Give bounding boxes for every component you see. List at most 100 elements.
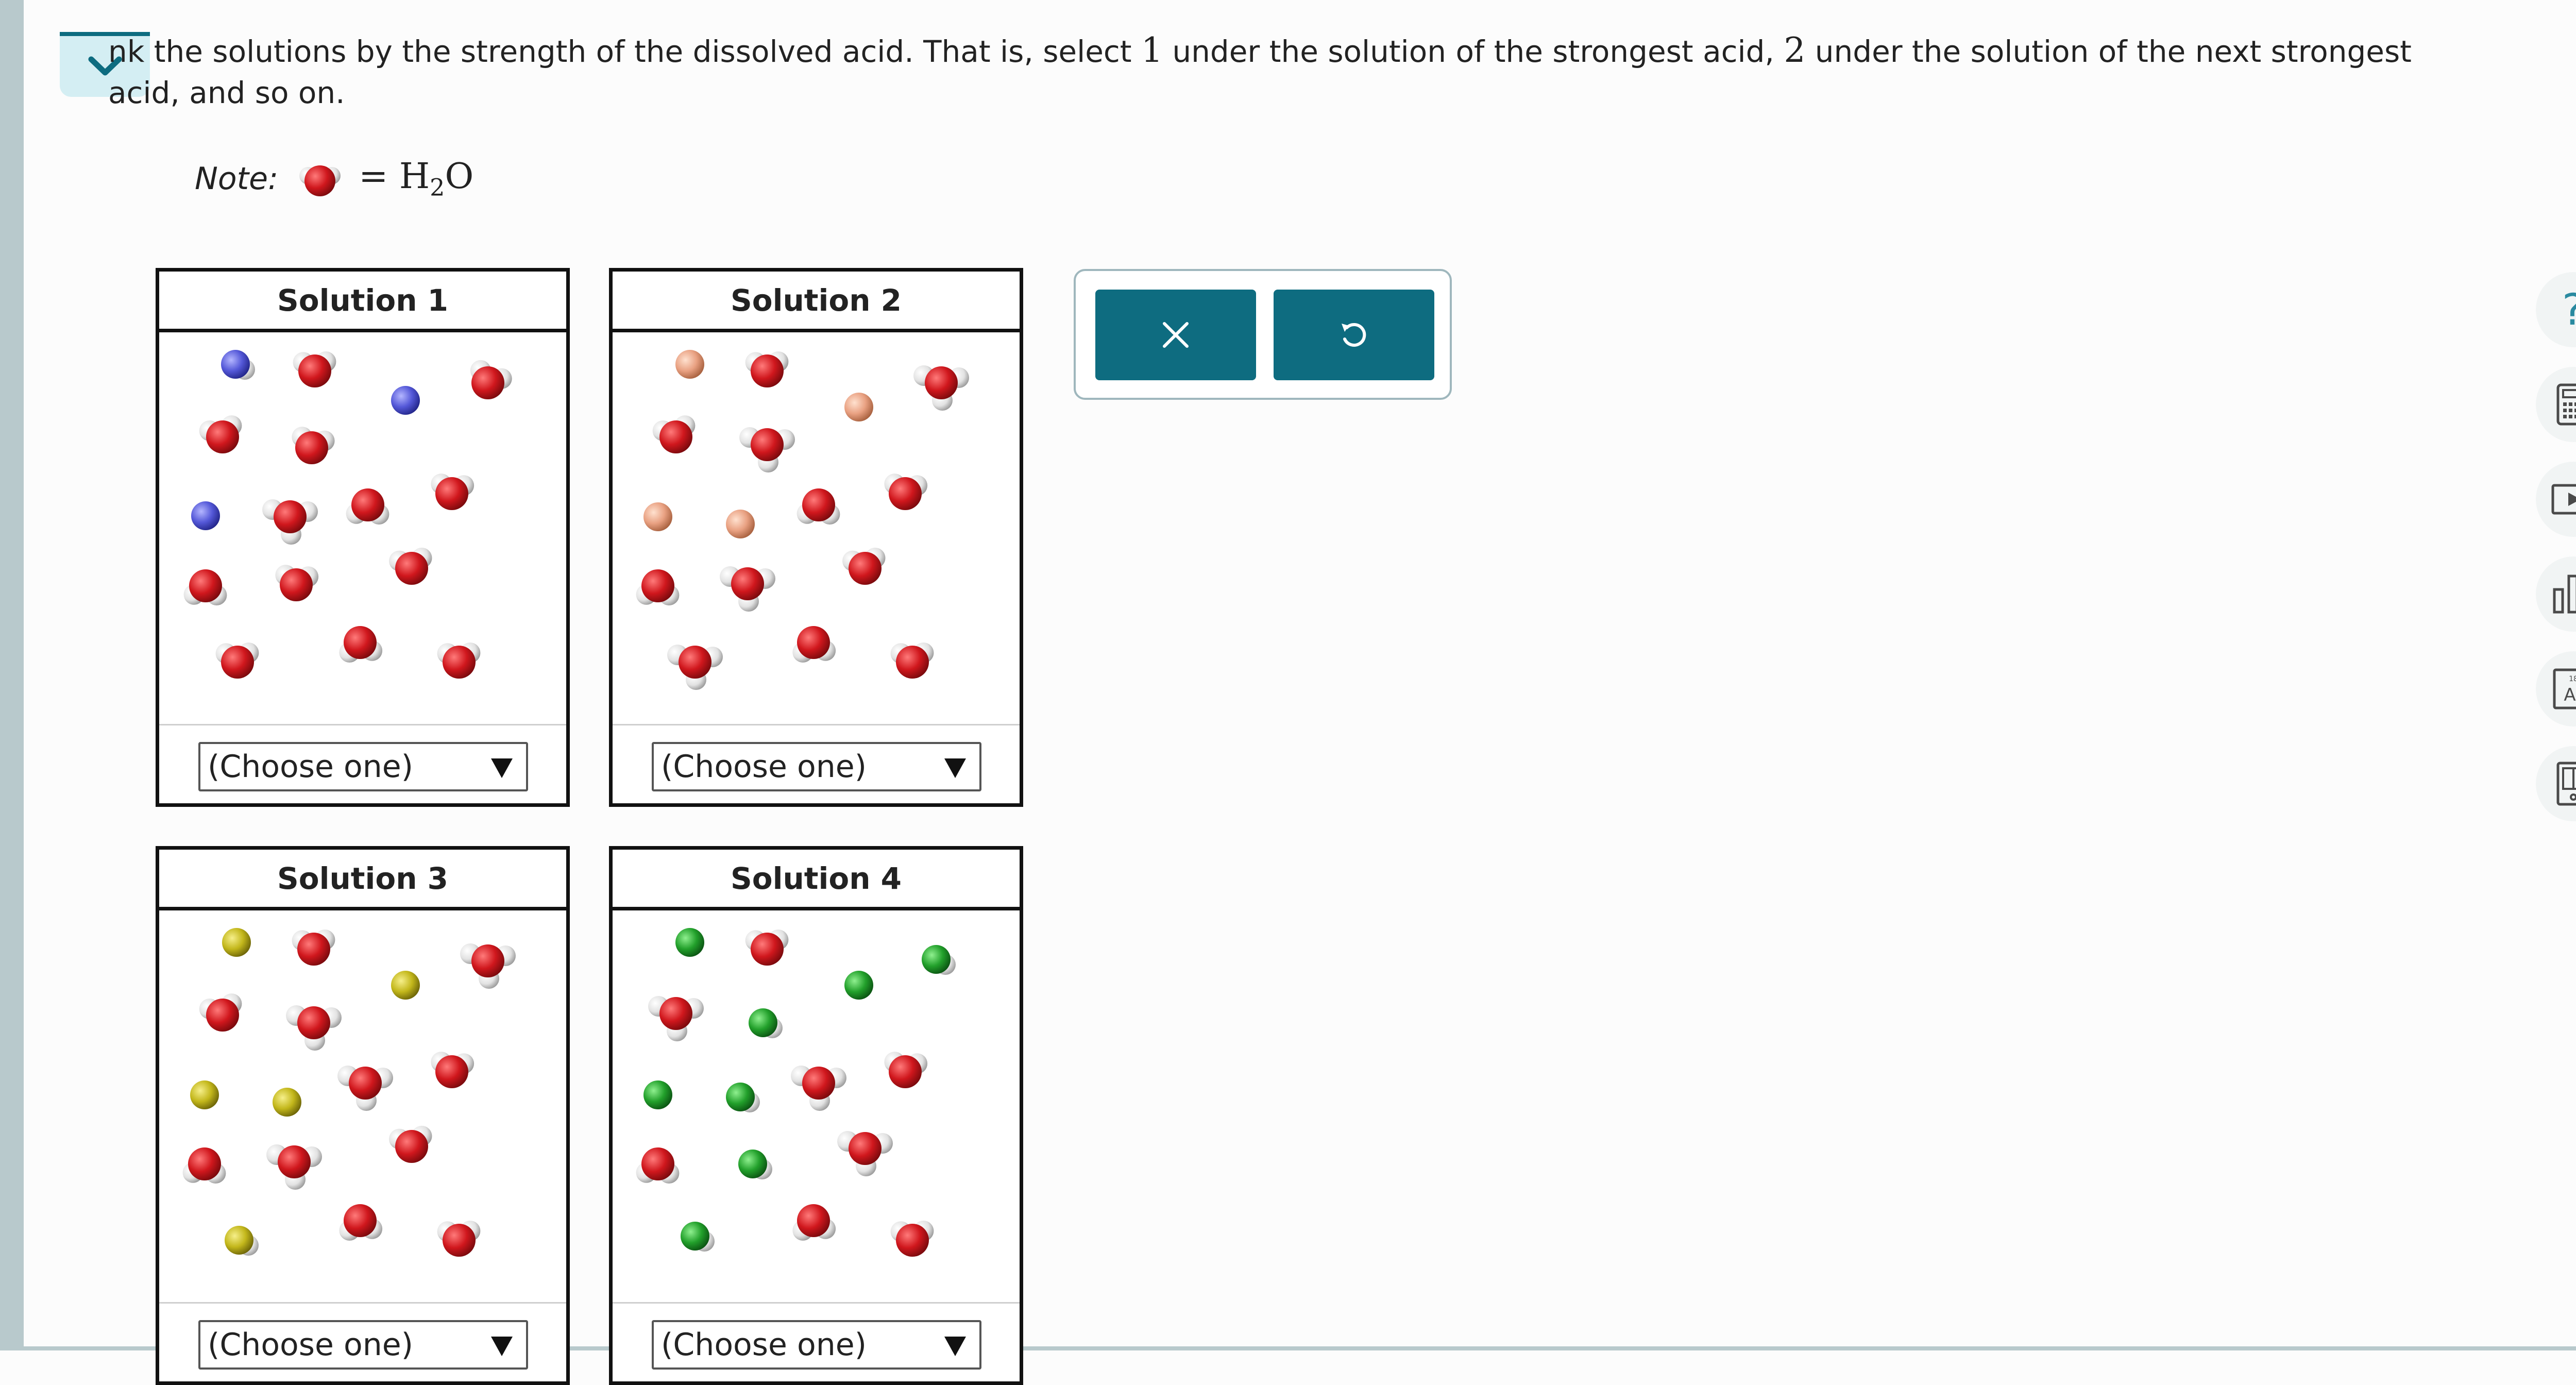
oxygen-atom (925, 366, 958, 399)
question-part2: under the solution of the strongest acid… (1162, 34, 1784, 69)
dropdown-triangle-icon (491, 758, 513, 778)
textbook-icon (2556, 762, 2576, 806)
oxygen-atom (797, 626, 830, 659)
solution-2-rank-select[interactable]: (Choose one) (652, 742, 981, 791)
solution-1-diagram (159, 332, 566, 725)
calculator-button[interactable] (2536, 367, 2576, 442)
select-value: (Choose one) (661, 1327, 867, 1363)
solution-1-rank-select[interactable]: (Choose one) (198, 742, 528, 791)
oxygen-atom (206, 999, 239, 1032)
question-text: nk the solutions by the strength of the … (108, 30, 2427, 113)
oxygen-atom (298, 354, 331, 387)
question-line2: acid, and so on. (108, 75, 345, 110)
anion (191, 501, 220, 530)
solution-3-footer: (Choose one) (159, 1304, 566, 1381)
anion (273, 1088, 301, 1117)
oxygen-atom (189, 569, 222, 602)
solution-3-diagram (159, 910, 566, 1304)
anion (391, 386, 420, 415)
clear-button[interactable] (1095, 290, 1256, 380)
anion (922, 945, 951, 974)
anion (844, 393, 873, 421)
dropdown-triangle-icon (491, 1337, 513, 1356)
oxygen-atom (188, 1147, 221, 1180)
anion (726, 1083, 755, 1111)
anion (675, 928, 704, 957)
anion (738, 1150, 767, 1178)
solution-4-panel: Solution 4 (Choose one) (609, 846, 1023, 1385)
solution-2-footer: (Choose one) (613, 725, 1020, 803)
oxygen-atom (471, 366, 504, 399)
help-button[interactable]: ? (2536, 272, 2576, 347)
dropdown-triangle-icon (944, 1337, 966, 1356)
solution-4-title: Solution 4 (613, 850, 1020, 910)
solution-4-rank-select[interactable]: (Choose one) (652, 1320, 981, 1370)
oxygen-atom (849, 552, 882, 585)
anion (643, 1080, 672, 1109)
note-label: Note: (195, 161, 279, 197)
solution-2-title: Solution 2 (613, 272, 1020, 332)
anion (221, 350, 250, 379)
oxygen-atom (395, 552, 428, 585)
anion (391, 971, 420, 1000)
oxygen-atom (297, 1006, 330, 1039)
anion (225, 1226, 253, 1255)
oxygen-atom (206, 420, 239, 453)
periodic-table-button[interactable]: 18 Ar (2536, 651, 2576, 727)
solution-3-rank-select[interactable]: (Choose one) (198, 1320, 528, 1370)
oxygen-atom (889, 1055, 922, 1088)
solution-1-panel: Solution 1 (Choose one) (156, 268, 570, 807)
question-part1: nk the solutions by the strength of the … (108, 34, 1141, 69)
anion (190, 1080, 219, 1109)
svg-text:Ar: Ar (2564, 685, 2576, 705)
water-molecule-icon (299, 165, 341, 196)
oxygen-atom (295, 431, 328, 464)
anion (726, 510, 755, 538)
oxygen-atom (802, 488, 835, 521)
equals-sign: = (359, 156, 388, 197)
video-button[interactable] (2536, 462, 2576, 537)
anion (844, 971, 873, 1000)
undo-button[interactable] (1274, 290, 1434, 380)
periodic-table-icon: 18 Ar (2553, 668, 2576, 710)
data-chart-icon (2553, 575, 2576, 614)
textbook-button[interactable] (2536, 746, 2576, 821)
oxygen-atom (896, 1224, 929, 1257)
select-value: (Choose one) (661, 749, 867, 785)
solution-3-panel: Solution 3 (Choose one) (156, 846, 570, 1385)
oxygen-atom (889, 477, 922, 510)
oxygen-atom (443, 646, 476, 679)
solution-4-diagram (613, 910, 1020, 1304)
oxygen-atom (751, 354, 784, 387)
select-value: (Choose one) (208, 749, 414, 785)
dropdown-triangle-icon (944, 758, 966, 778)
oxygen-atom (274, 500, 307, 533)
calculator-icon (2556, 383, 2576, 426)
help-icon: ? (2562, 284, 2576, 335)
note-water-legend: Note: = H2O (195, 150, 473, 207)
solution-4-footer: (Choose one) (613, 1304, 1020, 1381)
oxygen-atom (435, 1055, 468, 1088)
formula-h: H (399, 156, 430, 197)
oxygen-atom (679, 646, 711, 679)
oxygen-atom (751, 428, 784, 461)
solution-4-molecules (636, 928, 956, 1257)
video-icon (2551, 484, 2576, 515)
formula-subscript: 2 (430, 173, 445, 201)
select-value: (Choose one) (208, 1327, 414, 1363)
rank-number-1: 1 (1141, 30, 1163, 70)
oxygen-atom (395, 1130, 428, 1163)
solution-2-diagram (613, 332, 1020, 725)
water-formula: = H2O (359, 156, 473, 201)
solution-1-footer: (Choose one) (159, 725, 566, 803)
anion (749, 1008, 777, 1037)
oxygen-atom (797, 1204, 830, 1237)
oxygen-atom (443, 1224, 476, 1257)
solution-1-title: Solution 1 (159, 272, 566, 332)
solution-3-molecules (182, 928, 516, 1257)
oxygen-atom (278, 1145, 311, 1178)
oxygen-atom (471, 944, 504, 977)
data-button[interactable] (2536, 556, 2576, 632)
undo-icon (1342, 323, 1366, 347)
x-icon (1163, 322, 1189, 348)
